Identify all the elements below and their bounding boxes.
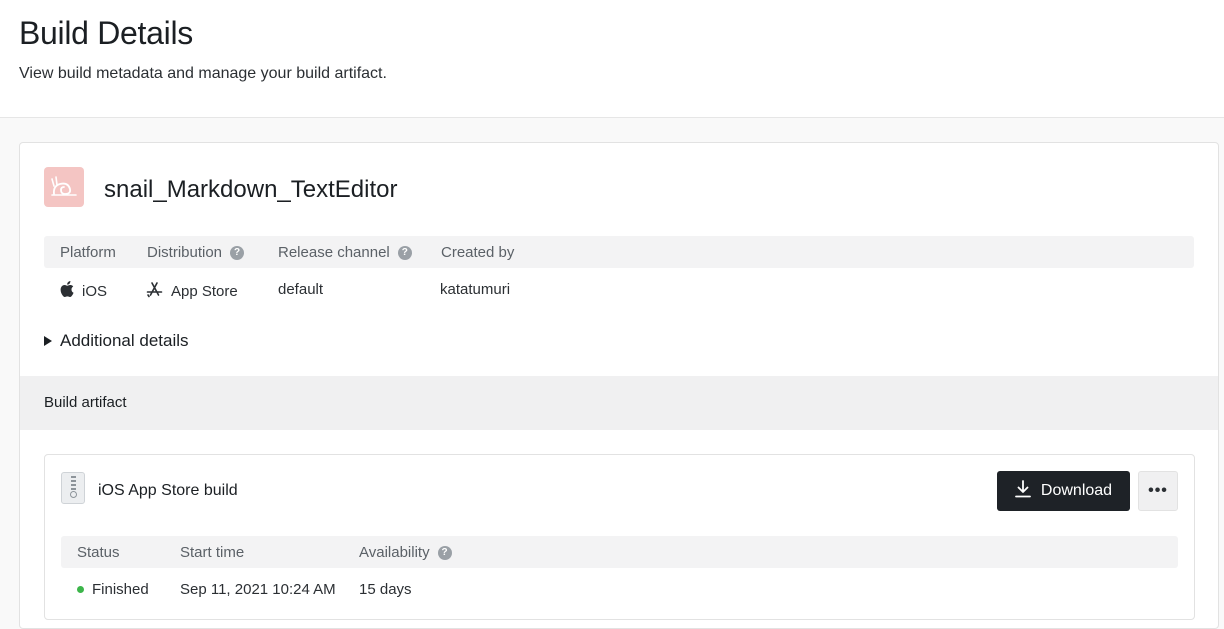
- download-icon: [1015, 479, 1031, 503]
- created-by-value: katatumuri: [440, 281, 511, 298]
- status-dot-icon: [77, 586, 84, 593]
- help-icon[interactable]: ?: [437, 545, 452, 560]
- page-header: Build Details View build metadata and ma…: [0, 0, 1224, 118]
- col-created-by: Created by: [441, 244, 515, 261]
- start-time-value: Sep 11, 2021 10:24 AM: [180, 581, 336, 598]
- apple-icon: [60, 281, 74, 301]
- release-channel-value: default: [278, 281, 324, 298]
- build-details-card: snail_Markdown_TextEditor Platform Distr…: [19, 142, 1219, 629]
- col-status: Status: [77, 544, 120, 561]
- page-subtitle: View build metadata and manage your buil…: [19, 65, 387, 82]
- col-platform: Platform: [60, 244, 116, 261]
- help-icon[interactable]: ?: [230, 245, 245, 260]
- col-start-time: Start time: [180, 544, 245, 561]
- availability-value: 15 days: [359, 581, 412, 598]
- col-availability: Availability ?: [359, 544, 452, 561]
- additional-details-toggle[interactable]: Additional details: [44, 331, 189, 351]
- artifact-card: iOS App Store build Download ••• Status …: [44, 454, 1195, 620]
- artifact-header-row: Status Start time Availability ?: [61, 536, 1178, 568]
- page-title: Build Details: [19, 15, 193, 51]
- help-icon[interactable]: ?: [397, 245, 412, 260]
- app-name: snail_Markdown_TextEditor: [104, 176, 398, 203]
- status-value: Finished: [77, 581, 149, 598]
- app-store-icon: [146, 281, 163, 302]
- zip-file-icon: [61, 472, 85, 504]
- snail-app-icon: [44, 167, 84, 207]
- download-button[interactable]: Download: [997, 471, 1130, 511]
- platform-value: iOS: [60, 281, 107, 301]
- build-artifact-section-header: Build artifact: [20, 376, 1218, 430]
- col-release-channel: Release channel ?: [278, 244, 412, 261]
- caret-right-icon: [44, 336, 52, 346]
- col-distribution: Distribution ?: [147, 244, 245, 261]
- distribution-value: App Store: [146, 281, 238, 302]
- more-options-button[interactable]: •••: [1138, 471, 1178, 511]
- metadata-header-row: Platform Distribution ? Release channel …: [44, 236, 1194, 268]
- section-title: Build artifact: [44, 394, 127, 411]
- artifact-name: iOS App Store build: [98, 482, 238, 499]
